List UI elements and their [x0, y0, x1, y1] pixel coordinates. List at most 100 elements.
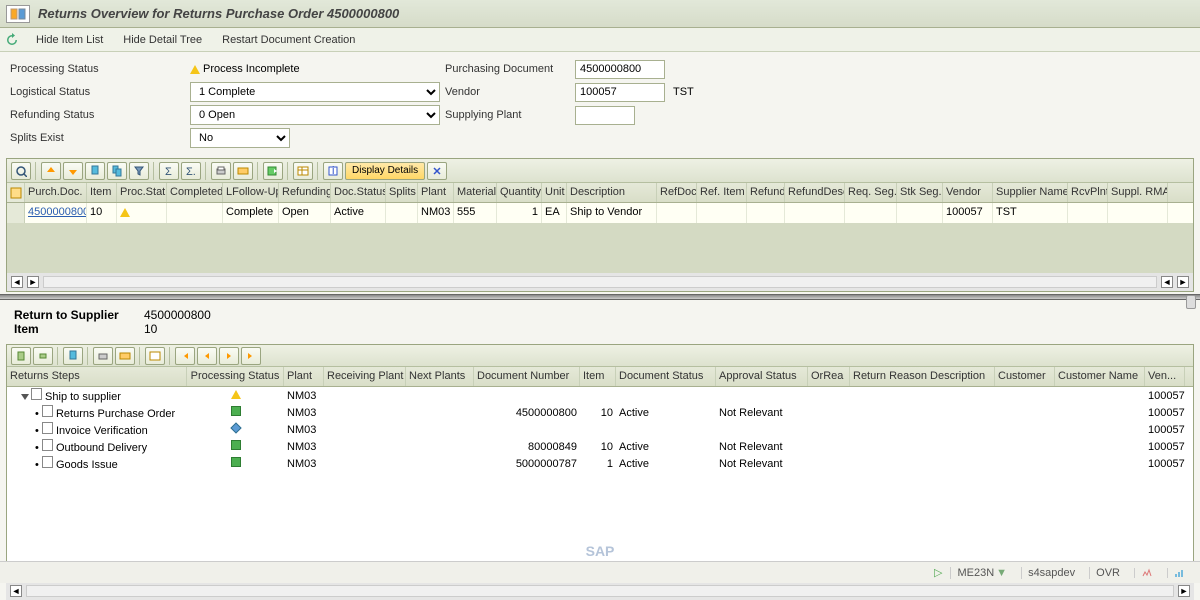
- tree-row[interactable]: • Invoice VerificationNM03100057: [7, 421, 1193, 438]
- tree-row[interactable]: • Returns Purchase OrderNM03450000080010…: [7, 404, 1193, 421]
- refresh-icon[interactable]: [4, 32, 20, 48]
- th-plant[interactable]: Plant: [284, 367, 324, 386]
- last-icon[interactable]: [241, 347, 261, 365]
- col-refund[interactable]: Refund: [747, 183, 785, 202]
- scroll-right2-icon[interactable]: ►: [1177, 276, 1189, 288]
- find-tree-icon[interactable]: [63, 347, 83, 365]
- th-approval[interactable]: Approval Status: [716, 367, 808, 386]
- tree-row[interactable]: Ship to supplierNM03100057: [7, 387, 1193, 404]
- bullet-icon: •: [35, 408, 42, 420]
- find-next-icon[interactable]: [107, 162, 127, 180]
- item-grid: Σ Σ. i Display Details Purch.Doc. Item P…: [6, 158, 1194, 292]
- col-supplier[interactable]: Supplier Name: [993, 183, 1068, 202]
- grid-hscroll[interactable]: ◄ ► ◄ ►: [7, 273, 1193, 291]
- col-docstatus[interactable]: Doc.Status: [331, 183, 386, 202]
- vendor-input[interactable]: [575, 83, 665, 102]
- chevron-down-icon[interactable]: [21, 394, 29, 400]
- grid-row[interactable]: 4500000800 10 Complete Open Active NM03 …: [7, 203, 1193, 223]
- col-item[interactable]: Item: [87, 183, 117, 202]
- app-icon: [6, 5, 30, 23]
- col-procstat[interactable]: Proc.Stat.: [117, 183, 167, 202]
- expand-all-icon[interactable]: [11, 347, 31, 365]
- scroll-right-icon[interactable]: ►: [27, 276, 39, 288]
- row-selector[interactable]: [7, 203, 25, 223]
- scroll-right-icon[interactable]: ►: [1178, 585, 1190, 597]
- info-icon[interactable]: i: [323, 162, 343, 180]
- print-tree-icon[interactable]: [93, 347, 113, 365]
- display-details-button[interactable]: Display Details: [345, 162, 425, 180]
- col-refitem[interactable]: Ref. Item: [697, 183, 747, 202]
- svg-text:Σ.: Σ.: [186, 166, 196, 176]
- col-plant[interactable]: Plant: [418, 183, 454, 202]
- col-desc[interactable]: Description: [567, 183, 657, 202]
- scroll-left-icon[interactable]: ◄: [10, 585, 22, 597]
- tree-row[interactable]: • Outbound DeliveryNM038000084910ActiveN…: [7, 438, 1193, 455]
- hide-item-list-button[interactable]: Hide Item List: [32, 32, 107, 48]
- ref-status-select[interactable]: 0 Open: [190, 105, 440, 125]
- scroll-left-icon[interactable]: ◄: [11, 276, 23, 288]
- th-vendor[interactable]: Ven...: [1145, 367, 1185, 386]
- th-steps[interactable]: Returns Steps: [7, 367, 187, 386]
- th-docnum[interactable]: Document Number: [474, 367, 580, 386]
- vscroll-handle[interactable]: [1186, 295, 1196, 309]
- sum-icon[interactable]: Σ: [159, 162, 179, 180]
- find-icon[interactable]: [85, 162, 105, 180]
- subtotal-icon[interactable]: Σ.: [181, 162, 201, 180]
- scroll-left2-icon[interactable]: ◄: [1161, 276, 1173, 288]
- filter-icon[interactable]: [129, 162, 149, 180]
- export-tree-icon[interactable]: [115, 347, 135, 365]
- prev-icon[interactable]: [197, 347, 217, 365]
- status-bar: ▷ ME23N▼ s4sapdev OVR: [0, 561, 1200, 583]
- col-completed[interactable]: Completed: [167, 183, 223, 202]
- col-unit[interactable]: Unit: [542, 183, 567, 202]
- splits-select[interactable]: No: [190, 128, 290, 148]
- first-icon[interactable]: [175, 347, 195, 365]
- scroll-track[interactable]: [26, 585, 1174, 597]
- scroll-track[interactable]: [43, 276, 1157, 288]
- col-rcvplnt[interactable]: RcvPlnt: [1068, 183, 1108, 202]
- th-customer[interactable]: Customer: [995, 367, 1055, 386]
- details-icon[interactable]: [11, 162, 31, 180]
- th-dstat[interactable]: Document Status: [616, 367, 716, 386]
- col-refunddesc[interactable]: RefundDesc: [785, 183, 845, 202]
- col-splits[interactable]: Splits: [386, 183, 418, 202]
- sb-icon1[interactable]: [1134, 568, 1159, 578]
- col-config-icon[interactable]: [145, 347, 165, 365]
- print-icon[interactable]: [211, 162, 231, 180]
- next-icon[interactable]: [219, 347, 239, 365]
- close-icon[interactable]: [427, 162, 447, 180]
- sb-icon2[interactable]: [1167, 568, 1192, 578]
- col-material[interactable]: Material: [454, 183, 497, 202]
- th-orrea[interactable]: OrRea: [808, 367, 850, 386]
- restart-doc-button[interactable]: Restart Document Creation: [218, 32, 359, 48]
- view-icon[interactable]: [233, 162, 253, 180]
- purch-doc-input[interactable]: [575, 60, 665, 79]
- bottom-hscroll[interactable]: ◄ ►: [6, 582, 1194, 600]
- sort-desc-icon[interactable]: [63, 162, 83, 180]
- th-item[interactable]: Item: [580, 367, 616, 386]
- col-qty[interactable]: Quantity: [497, 183, 542, 202]
- layout-icon[interactable]: [293, 162, 313, 180]
- th-reason[interactable]: Return Reason Description: [850, 367, 995, 386]
- col-purchdoc[interactable]: Purch.Doc.: [25, 183, 87, 202]
- th-custname[interactable]: Customer Name: [1055, 367, 1145, 386]
- sort-asc-icon[interactable]: [41, 162, 61, 180]
- col-reqseg[interactable]: Req. Seg.: [845, 183, 897, 202]
- col-stkseg[interactable]: Stk Seg.: [897, 183, 943, 202]
- select-all-icon[interactable]: [7, 183, 25, 202]
- log-status-select[interactable]: 1 Complete: [190, 82, 440, 102]
- splitter[interactable]: [0, 294, 1200, 300]
- col-refunding[interactable]: Refunding: [279, 183, 331, 202]
- th-procstat[interactable]: Processing Status: [187, 367, 284, 386]
- collapse-all-icon[interactable]: [33, 347, 53, 365]
- th-nextplants[interactable]: Next Plants: [406, 367, 474, 386]
- export-icon[interactable]: [263, 162, 283, 180]
- col-supplrma[interactable]: Suppl. RMA: [1108, 183, 1168, 202]
- tree-row[interactable]: • Goods IssueNM0350000007871ActiveNot Re…: [7, 455, 1193, 472]
- th-rcvplant[interactable]: Receiving Plant: [324, 367, 406, 386]
- col-lfu[interactable]: LFollow-Up: [223, 183, 279, 202]
- cell-purchdoc[interactable]: 4500000800: [25, 203, 87, 223]
- col-refdoc[interactable]: RefDoc: [657, 183, 697, 202]
- col-vendor[interactable]: Vendor: [943, 183, 993, 202]
- hide-detail-tree-button[interactable]: Hide Detail Tree: [119, 32, 206, 48]
